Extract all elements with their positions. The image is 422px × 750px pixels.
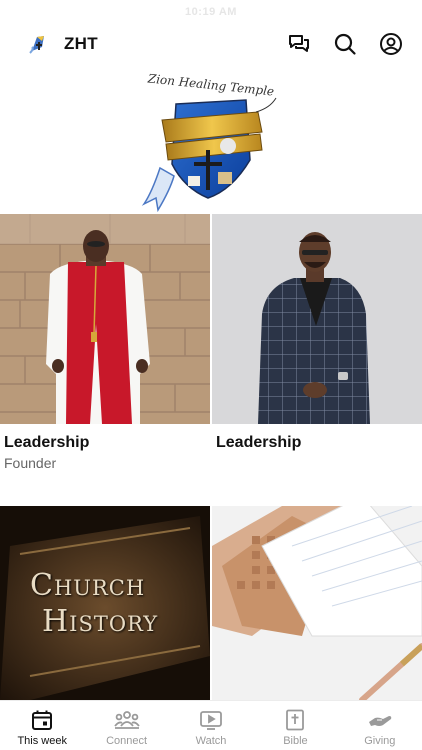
people-icon bbox=[113, 709, 140, 731]
notebook-card[interactable] bbox=[212, 506, 422, 700]
church-history-overlay-text: Church History bbox=[30, 568, 158, 640]
search-button[interactable] bbox=[332, 31, 358, 57]
card-title: Leadership bbox=[216, 434, 302, 451]
overlay-line-1: Church bbox=[30, 568, 146, 603]
overlay-line-2: History bbox=[42, 604, 159, 639]
church-banner: Zion Healing Temple bbox=[0, 71, 422, 214]
giving-hand-icon bbox=[367, 709, 393, 731]
profile-button[interactable] bbox=[378, 31, 404, 57]
card-subtitle: Founder bbox=[4, 455, 57, 471]
app-name: ZHT bbox=[64, 34, 98, 53]
notebook-image bbox=[212, 506, 422, 700]
bottom-tab-bar: This week Connect Watch Bible Giving bbox=[0, 700, 422, 750]
tab-label: Watch bbox=[195, 735, 227, 747]
tab-giving[interactable]: Giving bbox=[338, 701, 422, 750]
leadership-card[interactable]: Leadership bbox=[212, 214, 422, 452]
tab-label: Bible bbox=[283, 735, 308, 747]
header-actions bbox=[286, 31, 404, 57]
chat-bubbles-icon bbox=[289, 35, 309, 52]
church-history-image: Church History bbox=[0, 506, 210, 700]
messages-button[interactable] bbox=[286, 31, 312, 57]
app-logo-icon[interactable] bbox=[26, 32, 50, 56]
app-header: ZHT bbox=[0, 22, 422, 66]
church-history-card[interactable]: Church History bbox=[0, 506, 210, 700]
tab-this-week[interactable]: This week bbox=[0, 701, 84, 750]
leadership-founder-card[interactable]: Leadership Founder bbox=[0, 214, 210, 471]
status-bar-time: 10:19 AM bbox=[185, 6, 237, 18]
account-icon bbox=[380, 33, 402, 55]
tab-watch[interactable]: Watch bbox=[169, 701, 253, 750]
church-crest-logo: Zion Healing Temple bbox=[136, 71, 286, 214]
search-icon bbox=[334, 33, 356, 55]
tab-bible[interactable]: Bible bbox=[253, 701, 337, 750]
founder-photo bbox=[0, 214, 210, 424]
tab-label: Giving bbox=[364, 735, 396, 747]
tab-label: This week bbox=[17, 735, 67, 747]
calendar-icon bbox=[31, 709, 53, 731]
tab-connect[interactable]: Connect bbox=[84, 701, 168, 750]
play-icon bbox=[199, 709, 223, 731]
bible-icon bbox=[284, 709, 306, 731]
card-title: Leadership bbox=[4, 434, 90, 451]
tab-label: Connect bbox=[106, 735, 148, 747]
leader-photo bbox=[212, 214, 422, 424]
